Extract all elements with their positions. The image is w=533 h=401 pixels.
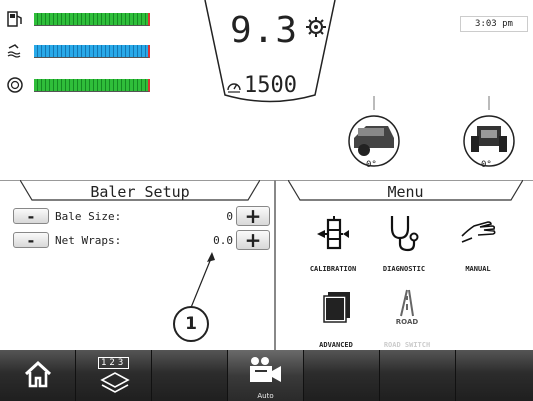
net-wraps-decrease-button[interactable]: -	[13, 231, 49, 250]
nav-slot-7[interactable]	[456, 350, 533, 401]
nav-slot-6[interactable]	[380, 350, 456, 401]
def-gauge-row	[0, 42, 160, 60]
bale-size-decrease-button[interactable]: -	[13, 207, 49, 226]
callout-number: 1	[185, 314, 197, 334]
clock: 3:03 pm	[460, 16, 528, 32]
callout-badge: 1	[173, 306, 209, 342]
def-fluid-icon	[6, 42, 24, 64]
stethoscope-icon	[369, 212, 439, 256]
bottom-nav-bar: 123 Auto	[0, 350, 533, 401]
bale-count-bar	[34, 79, 150, 92]
road-switch-label: ROAD SWITCH	[383, 341, 431, 349]
menu-title: Menu	[387, 183, 424, 201]
menu-item-manual[interactable]: MANUAL	[443, 212, 513, 276]
manual-label: MANUAL	[465, 265, 491, 273]
menu-item-advanced[interactable]: ADVANCED	[306, 290, 366, 350]
speed-gear-icon	[305, 16, 327, 42]
fuel-gauge-row	[0, 10, 160, 28]
video-camera-icon	[248, 356, 284, 388]
road-icon: ROAD	[370, 288, 444, 332]
fuel-pump-icon	[6, 10, 24, 32]
engine-rpm-icon	[226, 78, 242, 98]
engine-rpm-value: 1500	[244, 73, 297, 98]
bale-size-increase-button[interactable]: +	[236, 204, 270, 228]
keypad-digits: 123	[98, 357, 130, 369]
bale-gauge-row	[0, 76, 160, 94]
menu-item-calibration[interactable]: CALIBRATION	[298, 212, 368, 276]
tractor-angle-value: 0°	[481, 160, 492, 170]
bale-size-value: 0	[226, 209, 233, 223]
home-button[interactable]	[0, 350, 76, 401]
bale-count-icon	[6, 76, 24, 98]
bale-size-row: - Bale Size: 0 +	[13, 204, 270, 228]
net-wraps-label: Net Wraps:	[55, 233, 122, 247]
home-icon	[23, 360, 53, 392]
ground-speed-value: 9.3	[230, 10, 299, 51]
panel-vertical-divider	[274, 180, 276, 350]
hand-icon	[443, 212, 513, 256]
calibration-label: CALIBRATION	[309, 265, 357, 273]
nav-slot-5[interactable]	[304, 350, 380, 401]
diagnostic-label: DIAGNOSTIC	[382, 265, 426, 273]
advanced-icon	[306, 290, 366, 332]
road-icon-text: ROAD	[395, 318, 419, 326]
calibration-icon	[298, 212, 368, 256]
menu-item-road-switch: ROAD ROAD SWITCH	[370, 288, 444, 350]
net-wraps-value: 0.0	[213, 233, 233, 247]
layers-icon	[100, 370, 130, 398]
camera-auto-button[interactable]: Auto	[228, 350, 304, 401]
bale-size-label: Bale Size:	[55, 209, 122, 223]
fuel-level-bar	[34, 13, 150, 26]
advanced-label: ADVANCED	[319, 341, 353, 349]
net-wraps-row: - Net Wraps: 0.0 +	[13, 228, 270, 252]
nav-slot-3[interactable]	[152, 350, 228, 401]
menu-item-diagnostic[interactable]: DIAGNOSTIC	[369, 212, 439, 276]
camera-auto-caption: Auto	[257, 392, 274, 400]
net-wraps-increase-button[interactable]: +	[236, 228, 270, 252]
def-level-bar	[34, 45, 150, 58]
baler-angle-value: 0°	[366, 160, 377, 170]
baler-setup-title: Baler Setup	[90, 183, 190, 201]
keypad-layers-button[interactable]: 123	[76, 350, 152, 401]
